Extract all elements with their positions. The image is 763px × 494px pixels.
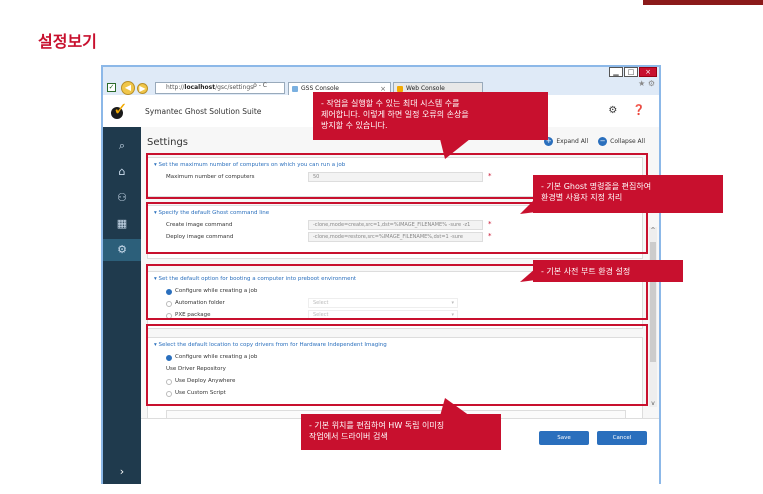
address-tools[interactable]: ρ - C xyxy=(253,82,267,89)
top-actions: + Expand All − Collapse All xyxy=(544,137,645,146)
sidebar: ✓ ⌕ ⌂ ⚇ ▦ ⚙ › xyxy=(103,95,141,484)
settings-title: Settings xyxy=(147,137,189,148)
cancel-button[interactable]: Cancel xyxy=(597,431,647,445)
callout-drivers: - 기본 위치를 편집하여 HW 독립 이미징 작업에서 드라이버 검색 xyxy=(301,414,501,450)
browser-tool-icons[interactable]: ★ ⚙ xyxy=(638,79,655,88)
callout-max-computers: - 작업을 실행할 수 있는 최대 시스템 수를 제어합니다. 이렇게 하면 일… xyxy=(313,92,548,140)
back-icon[interactable]: ◀ xyxy=(121,81,135,95)
report-icon[interactable]: ▦ xyxy=(103,213,141,235)
forward-icon[interactable]: ▶ xyxy=(137,83,148,94)
logo: ✓ xyxy=(103,95,141,127)
callout-tail-ghost xyxy=(520,198,536,214)
callout-tail-boot xyxy=(520,268,536,282)
scroll-down-icon[interactable]: v xyxy=(649,400,657,407)
ie-icon xyxy=(292,86,298,92)
checkbox-icon[interactable]: ✓ xyxy=(107,83,116,92)
maximize-button[interactable]: □ xyxy=(624,67,638,77)
callout-ghost-command: - 기본 Ghost 명령줄을 편집하여 환경별 사용자 지정 처리 xyxy=(533,175,723,213)
minus-icon: − xyxy=(598,137,608,146)
callout-preboot: - 기본 사전 부트 환경 설정 xyxy=(533,260,683,282)
puzzle-icon[interactable]: ⚇ xyxy=(103,187,141,209)
window-controls: ▁ □ × xyxy=(608,67,657,77)
expand-sidebar-icon[interactable]: › xyxy=(103,460,141,484)
scrollbar[interactable]: ^ v xyxy=(649,227,657,407)
callout-tail-top xyxy=(440,139,470,159)
close-button[interactable]: × xyxy=(639,67,657,77)
page-title: 설정보기 xyxy=(38,32,97,51)
scroll-up-icon[interactable]: ^ xyxy=(649,227,657,234)
browser-tabbar: ✓ ◀ ▶ http://localhost/gsc/settings ρ - … xyxy=(103,67,659,95)
top-accent-bar xyxy=(643,0,763,5)
app-name: Symantec Ghost Solution Suite xyxy=(145,107,262,116)
symantec-check-icon: ✓ xyxy=(113,99,129,120)
highlight-drivers xyxy=(146,324,648,406)
expand-all-button[interactable]: + Expand All xyxy=(544,137,588,146)
search-icon[interactable]: ⌕ xyxy=(103,135,141,157)
collapse-all-button[interactable]: − Collapse All xyxy=(598,137,645,146)
header-icons[interactable]: ⚙ ❓ xyxy=(608,105,651,116)
minimize-button[interactable]: ▁ xyxy=(609,67,623,77)
callout-tail-driver xyxy=(440,398,470,416)
settings-icon[interactable]: ⚙ xyxy=(103,239,141,261)
home-icon[interactable]: ⌂ xyxy=(103,161,141,183)
save-button[interactable]: Save xyxy=(539,431,589,445)
